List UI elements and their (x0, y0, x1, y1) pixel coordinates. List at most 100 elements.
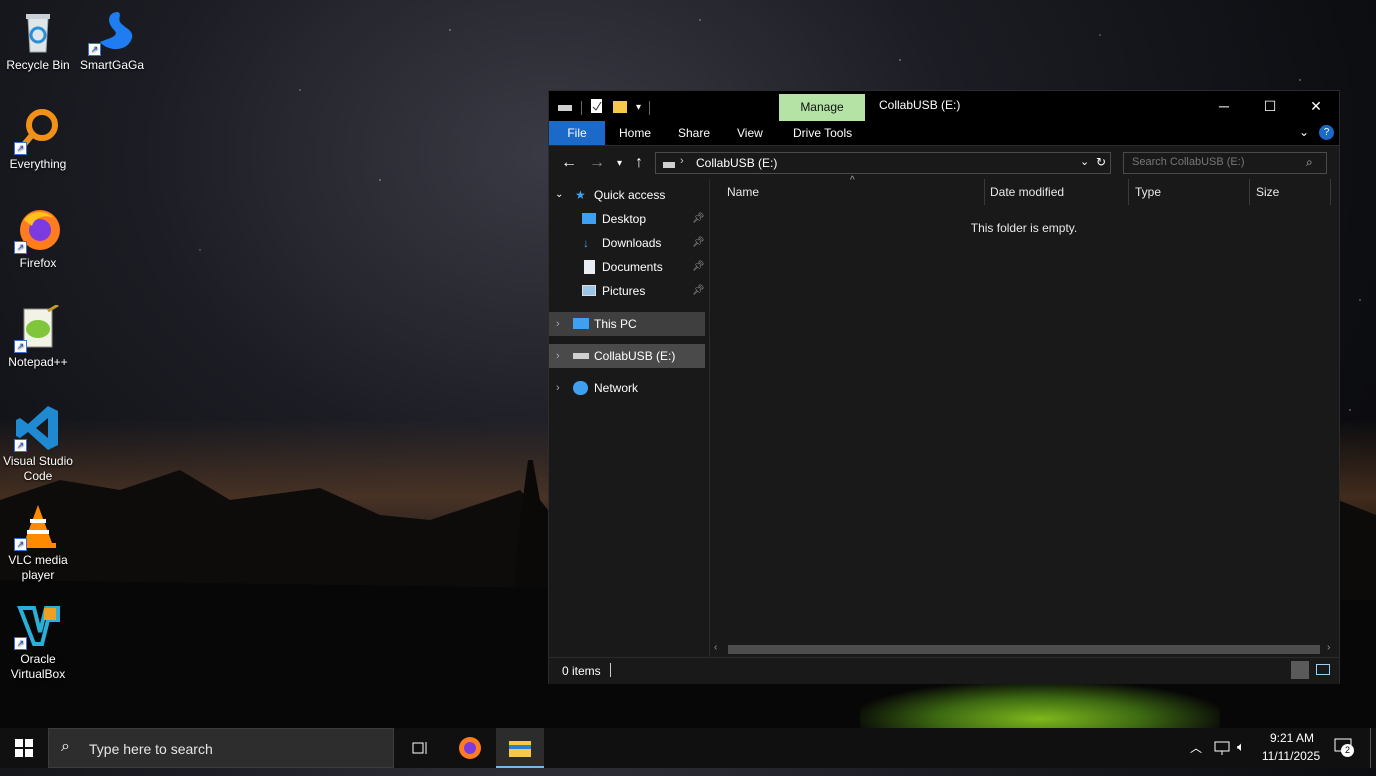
shortcut-arrow-icon: ↗ (14, 340, 27, 353)
tab-home[interactable]: Home (619, 121, 651, 145)
taskbar-search-input[interactable]: Type here to search (89, 741, 213, 757)
pin-icon[interactable]: 📌︎ (692, 207, 705, 231)
tab-share[interactable]: Share (678, 121, 710, 145)
drive-icon[interactable] (557, 101, 573, 115)
pin-icon[interactable]: 📌︎ (692, 279, 705, 303)
nav-item-this-pc[interactable]: › This PC (549, 312, 705, 336)
nav-item-documents[interactable]: Documents 📌︎ (549, 255, 705, 279)
nav-item-network[interactable]: › Network (549, 376, 705, 400)
documents-icon (584, 260, 595, 274)
column-divider[interactable] (1249, 179, 1250, 205)
nav-label: Network (594, 381, 639, 395)
wallpaper-glowing-tent (860, 682, 1220, 728)
column-header-date-modified[interactable]: Date modified (990, 179, 1064, 205)
tab-view[interactable]: View (737, 121, 763, 145)
desktop-icon-smartgaga[interactable]: ↗ SmartGaGa (74, 8, 150, 73)
nav-item-collabusb[interactable]: › CollabUSB (E:) (549, 344, 705, 368)
pin-icon[interactable]: 📌︎ (692, 255, 705, 279)
scroll-right-icon[interactable]: › (1327, 642, 1330, 653)
column-divider[interactable] (1128, 179, 1129, 205)
desktop-icon-recycle-bin[interactable]: Recycle Bin (0, 8, 76, 73)
search-input[interactable]: Search CollabUSB (E:) (1132, 156, 1245, 168)
everything-search-icon: ↗ (14, 107, 62, 155)
column-header-type[interactable]: Type (1135, 179, 1161, 205)
desktop-icon-label: SmartGaGa (79, 58, 145, 72)
desktop-icon-notepadpp[interactable]: ↗ Notepad++ (0, 303, 76, 370)
back-button[interactable]: ← (561, 154, 577, 172)
nav-item-quick-access[interactable]: ⌄ ★ Quick access (549, 183, 705, 207)
details-view-icon[interactable] (1291, 661, 1309, 679)
empty-folder-message: This folder is empty. (970, 221, 1078, 235)
desktop-folder-icon (582, 213, 596, 224)
status-bar: 0 items (549, 657, 1339, 684)
desktop-icon-firefox[interactable]: ↗ Firefox (0, 206, 76, 271)
column-divider[interactable] (984, 179, 985, 205)
drive-icon (662, 158, 676, 172)
network-status-icon[interactable] (1213, 740, 1231, 761)
pin-icon[interactable]: 📌︎ (692, 231, 705, 255)
show-hidden-icons-chevron-icon[interactable]: ︿ (1190, 739, 1202, 756)
taskbar-file-explorer[interactable] (496, 728, 544, 768)
taskbar-search-box[interactable]: ⌕ Type here to search (48, 728, 394, 768)
clock-date[interactable]: 11/11/2025 (1258, 749, 1324, 763)
refresh-icon[interactable]: ↻ (1096, 155, 1106, 169)
customize-qat-chevron-icon[interactable]: ▾ (636, 102, 641, 113)
scrollbar-thumb[interactable] (728, 645, 1320, 654)
desktop-icon-virtualbox[interactable]: ↗ Oracle VirtualBox (0, 602, 76, 682)
column-header-name[interactable]: Name (727, 179, 759, 205)
volume-muted-icon[interactable]: 🔈︎ (1237, 739, 1245, 755)
desktop-icon-vscode[interactable]: ↗ Visual Studio Code (0, 404, 76, 484)
download-arrow-icon: ↓ (583, 236, 589, 250)
minimize-button[interactable]: ─ (1201, 91, 1247, 121)
desktop-icon-everything[interactable]: ↗ Everything (0, 107, 76, 172)
tab-file[interactable]: File (549, 121, 605, 145)
task-view-button[interactable] (396, 728, 444, 768)
file-explorer-window: ▾ Manage CollabUSB (E:) ─ ☐ ✕ File Home … (548, 90, 1340, 684)
search-box[interactable]: Search CollabUSB (E:) ⌕ (1123, 152, 1327, 174)
column-header-size[interactable]: Size (1256, 179, 1279, 205)
address-row: ← → ▾ ↑ › CollabUSB (E:) ⌄ ↻ Search Coll… (549, 146, 1339, 180)
up-button[interactable]: ↑ (635, 154, 643, 172)
start-button[interactable] (0, 728, 48, 768)
help-icon[interactable]: ? (1319, 125, 1334, 140)
new-folder-icon[interactable] (612, 98, 628, 117)
nav-item-pictures[interactable]: Pictures 📌︎ (549, 279, 705, 303)
desktop-icon-vlc[interactable]: ↗ VLC media player (0, 503, 76, 583)
forward-button[interactable]: → (589, 154, 605, 172)
virtualbox-icon: ↗ (14, 602, 62, 650)
maximize-button[interactable]: ☐ (1247, 91, 1293, 121)
expand-ribbon-chevron-icon[interactable]: ⌄ (1299, 125, 1309, 139)
nav-item-downloads[interactable]: ↓ Downloads 📌︎ (549, 231, 705, 255)
address-bar[interactable]: › CollabUSB (E:) ⌄ ↻ (655, 152, 1111, 174)
separator (581, 100, 582, 115)
scroll-left-icon[interactable]: ‹ (714, 642, 717, 653)
expand-chevron-icon[interactable]: › (556, 344, 560, 368)
properties-icon[interactable] (590, 98, 604, 117)
expand-chevron-icon[interactable]: ⌄ (555, 183, 563, 207)
desktop-icon-label: Firefox (19, 256, 57, 270)
horizontal-scrollbar[interactable]: ‹ › (710, 641, 1338, 657)
item-count: 0 items (562, 664, 601, 678)
tab-manage[interactable]: Manage (779, 94, 865, 121)
show-desktop-button[interactable] (1370, 728, 1371, 768)
expand-chevron-icon[interactable]: › (556, 312, 560, 336)
taskbar-firefox[interactable] (446, 728, 494, 768)
expand-chevron-icon[interactable]: › (556, 376, 560, 400)
nav-item-desktop[interactable]: Desktop 📌︎ (549, 207, 705, 231)
clock-time[interactable]: 9:21 AM (1262, 731, 1322, 745)
nav-label: Documents (602, 260, 663, 274)
nav-label: Desktop (602, 212, 647, 226)
network-icon (573, 381, 588, 395)
shortcut-arrow-icon: ↗ (14, 538, 27, 551)
recycle-bin-icon (14, 8, 62, 56)
breadcrumb-current[interactable]: CollabUSB (E:) (696, 156, 777, 170)
action-center-button[interactable]: 2 (1334, 738, 1356, 758)
usb-drive-icon (573, 353, 589, 359)
recent-locations-chevron-icon[interactable]: ▾ (617, 158, 622, 169)
address-dropdown-icon[interactable]: ⌄ (1080, 155, 1089, 168)
vlc-icon: ↗ (14, 503, 62, 551)
close-button[interactable]: ✕ (1293, 91, 1339, 121)
column-divider[interactable] (1330, 179, 1331, 205)
tab-drive-tools[interactable]: Drive Tools (793, 121, 852, 145)
large-icons-view-icon[interactable] (1316, 664, 1330, 675)
